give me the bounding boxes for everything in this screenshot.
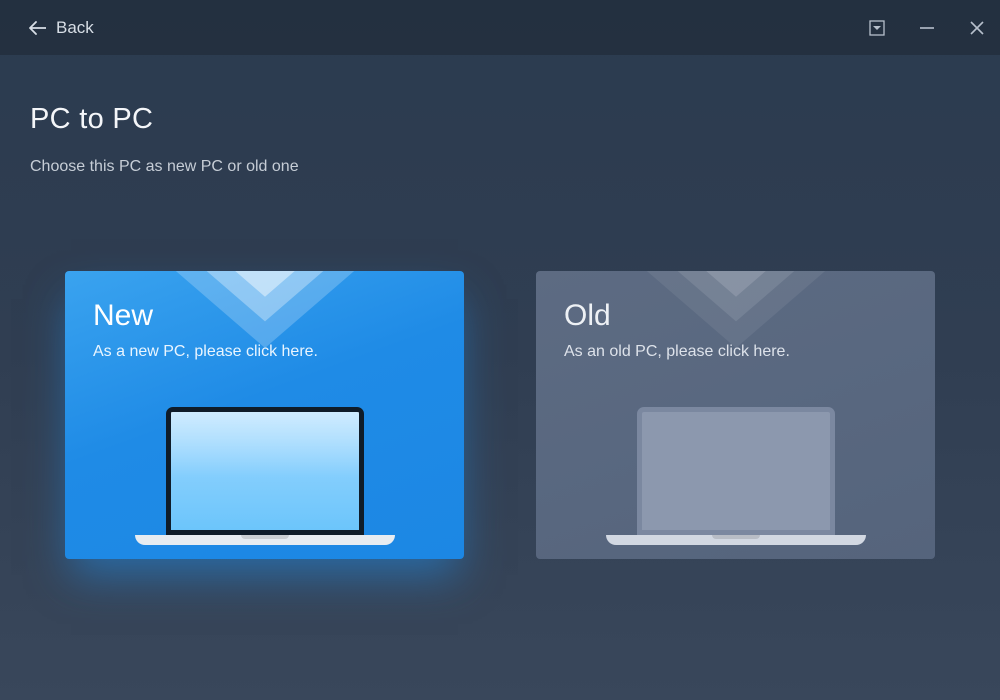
card-row: New As a new PC, please click here. Old … [30,271,970,559]
new-card-title: New [93,299,436,333]
dropdown-icon[interactable] [868,19,886,37]
laptop-icon [606,407,866,545]
minimize-icon[interactable] [918,19,936,37]
old-card-title: Old [564,299,907,333]
close-icon[interactable] [968,19,986,37]
arrow-left-icon [28,21,46,35]
main: PC to PC Choose this PC as new PC or old… [0,55,1000,589]
new-card-desc: As a new PC, please click here. [93,343,436,361]
new-pc-card[interactable]: New As a new PC, please click here. [65,271,464,559]
page-subtitle: Choose this PC as new PC or old one [30,158,970,176]
laptop-icon [135,407,395,545]
old-pc-card[interactable]: Old As an old PC, please click here. [536,271,935,559]
page-title: PC to PC [30,103,970,136]
window-controls [868,19,986,37]
titlebar: Back [0,0,1000,55]
old-card-desc: As an old PC, please click here. [564,343,907,361]
back-label: Back [56,18,94,38]
back-button[interactable]: Back [28,18,94,38]
